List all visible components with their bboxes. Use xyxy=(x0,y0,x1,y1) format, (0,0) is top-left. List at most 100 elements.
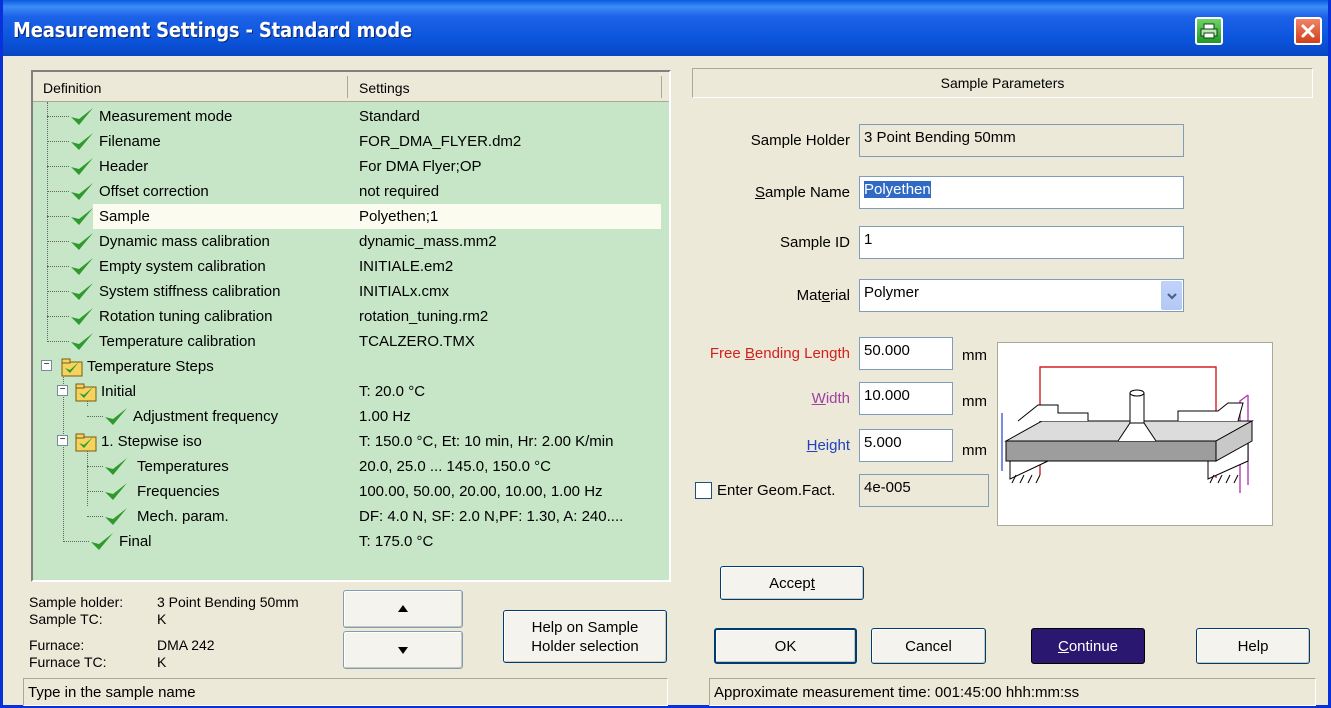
scroll-up-button[interactable] xyxy=(343,590,463,628)
column-header-settings[interactable]: Settings xyxy=(359,80,410,96)
tree-row-value: 20.0, 25.0 ... 145.0, 150.0 °C xyxy=(359,458,551,475)
tree-row[interactable]: − 1. Stepwise iso T: 150.0 °C, Et: 10 mi… xyxy=(33,429,669,454)
free-bending-length-label: Free Bending Length xyxy=(709,345,850,362)
tree-row[interactable]: Header For DMA Flyer;OP xyxy=(33,154,669,179)
help-holder-line2: Holder selection xyxy=(531,637,639,655)
check-icon xyxy=(105,483,127,500)
tree-row-value: not required xyxy=(359,183,440,200)
sample-name-label: Sample Name xyxy=(754,184,850,201)
tree-row[interactable]: − Initial T: 20.0 °C xyxy=(33,379,669,404)
tree-row-value: dynamic_mass.mm2 xyxy=(359,233,497,250)
tree-row[interactable]: Filename FOR_DMA_FLYER.dm2 xyxy=(33,129,669,154)
arrow-down-icon xyxy=(398,647,408,654)
collapse-icon[interactable]: − xyxy=(57,435,68,446)
sample-holder-info-value: 3 Point Bending 50mm xyxy=(157,594,299,610)
column-header-definition[interactable]: Definition xyxy=(43,80,101,96)
collapse-icon[interactable]: − xyxy=(57,385,68,396)
tree-row[interactable]: Rotation tuning calibration rotation_tun… xyxy=(33,304,669,329)
tree-row-label: Header xyxy=(99,158,149,175)
enter-geom-factor-checkbox[interactable] xyxy=(695,482,712,499)
tree-row-value: INITIALx.cmx xyxy=(359,283,450,300)
accept-button[interactable]: Accep t xyxy=(720,566,864,600)
sample-id-value: 1 xyxy=(864,231,873,248)
tree-row-value: INITIALE.em2 xyxy=(359,258,454,275)
tree-row[interactable]: − Temperature Steps xyxy=(33,354,669,379)
check-icon xyxy=(71,108,93,125)
check-icon xyxy=(71,308,93,325)
material-value: Polymer xyxy=(864,284,920,301)
sample-holder-field: 3 Point Bending 50mm xyxy=(859,124,1184,157)
check-icon xyxy=(91,533,113,550)
sample-id-input[interactable]: 1 xyxy=(859,226,1184,259)
continue-button[interactable]: Continue xyxy=(1031,628,1145,664)
geom-factor-value: 4e-005 xyxy=(864,479,911,496)
tree-row[interactable]: System stiffness calibration INITIALx.cm… xyxy=(33,279,669,304)
tree-row-label: Mech. param. xyxy=(137,508,229,525)
sample-holder-value: 3 Point Bending 50mm xyxy=(864,129,1016,146)
chevron-down-icon xyxy=(1167,292,1177,300)
width-label: Width xyxy=(811,390,850,407)
height-input[interactable]: 5.000 xyxy=(859,429,953,462)
cancel-label: Cancel xyxy=(905,637,952,655)
cancel-button[interactable]: Cancel xyxy=(871,628,986,664)
tree-row-value: TCALZERO.TMX xyxy=(359,333,475,350)
tree-row-selected[interactable]: Sample Polyethen;1 xyxy=(33,204,669,229)
ok-button[interactable]: OK xyxy=(714,628,857,664)
sample-holder-info-label: Sample holder: xyxy=(29,594,124,610)
sample-name-value: Polyethen xyxy=(864,181,931,198)
arrow-up-icon xyxy=(398,605,408,612)
tree-row-value: Standard xyxy=(359,108,420,125)
width-unit: mm xyxy=(962,393,987,410)
material-select[interactable]: Polymer xyxy=(859,279,1184,312)
tree-row[interactable]: Final T: 175.0 °C xyxy=(33,529,669,554)
tree-row[interactable]: Temperatures 20.0, 25.0 ... 145.0, 150.0… xyxy=(33,454,669,479)
status-right-text: Approximate measurement time: 001:45:00 … xyxy=(714,684,1080,701)
free-length-unit: mm xyxy=(962,347,987,364)
tree-row-value: 100.00, 50.00, 20.00, 10.00, 1.00 Hz xyxy=(359,483,603,500)
free-bending-length-input[interactable]: 50.000 xyxy=(859,337,953,370)
sample-name-input[interactable]: Polyethen xyxy=(859,176,1184,209)
tree-body: Measurement mode Standard Filename FOR_D… xyxy=(33,102,669,580)
status-left-text: Type in the sample name xyxy=(28,684,196,701)
check-icon xyxy=(105,458,127,475)
tree-row[interactable]: Empty system calibration INITIALE.em2 xyxy=(33,254,669,279)
tree-row[interactable]: Temperature calibration TCALZERO.TMX xyxy=(33,329,669,354)
tree-row-value: T: 20.0 °C xyxy=(359,383,426,400)
furnace-tc-value: K xyxy=(157,654,167,670)
tree-row-label: System stiffness calibration xyxy=(99,283,281,300)
ok-label: OK xyxy=(774,637,797,655)
help-button[interactable]: Help xyxy=(1196,628,1310,664)
tree-row-value: For DMA Flyer;OP xyxy=(359,158,482,175)
tree-row-label: Dynamic mass calibration xyxy=(99,233,270,250)
tree-row[interactable]: Measurement mode Standard xyxy=(33,104,669,129)
tree-row-label: Temperature Steps xyxy=(87,358,214,375)
check-icon xyxy=(105,408,127,425)
tree-row[interactable]: Mech. param. DF: 4.0 N, SF: 2.0 N,PF: 1.… xyxy=(33,504,669,529)
collapse-icon[interactable]: − xyxy=(41,360,52,371)
tree-row-value: T: 150.0 °C, Et: 10 min, Hr: 2.00 K/min xyxy=(359,433,614,450)
sample-parameters-title: Sample Parameters xyxy=(940,75,1065,91)
help-sample-holder-button[interactable]: Help on Sample Holder selection xyxy=(503,610,667,663)
width-input[interactable]: 10.000 xyxy=(859,382,953,415)
definition-tree[interactable]: Definition Settings Measurement mode Sta… xyxy=(31,70,671,582)
dropdown-button[interactable] xyxy=(1161,281,1182,310)
title-bar: Measurement Settings - Standard mode xyxy=(3,0,1328,56)
tree-row[interactable]: Adjustment frequency 1.00 Hz xyxy=(33,404,669,429)
scroll-down-button[interactable] xyxy=(343,631,463,669)
free-bending-length-value: 50.000 xyxy=(864,342,910,359)
tree-row[interactable]: Frequencies 100.00, 50.00, 20.00, 10.00,… xyxy=(33,479,669,504)
tree-row[interactable]: Dynamic mass calibration dynamic_mass.mm… xyxy=(33,229,669,254)
close-button[interactable] xyxy=(1294,17,1322,45)
check-icon xyxy=(105,508,127,525)
sample-tc-label: Sample TC: xyxy=(29,611,103,627)
sample-tc-value: K xyxy=(157,611,167,627)
tree-row-label: Temperatures xyxy=(137,458,229,475)
status-bar-right: Approximate measurement time: 001:45:00 … xyxy=(709,678,1316,706)
status-bar-left: Type in the sample name xyxy=(23,678,668,706)
tree-row-value: T: 175.0 °C xyxy=(359,533,434,550)
tree-row[interactable]: Offset correction not required xyxy=(33,179,669,204)
folder-check-icon xyxy=(61,358,83,377)
help-label: Help xyxy=(1237,637,1269,655)
help-holder-line1: Help on Sample xyxy=(531,618,639,636)
print-button[interactable] xyxy=(1195,17,1223,45)
